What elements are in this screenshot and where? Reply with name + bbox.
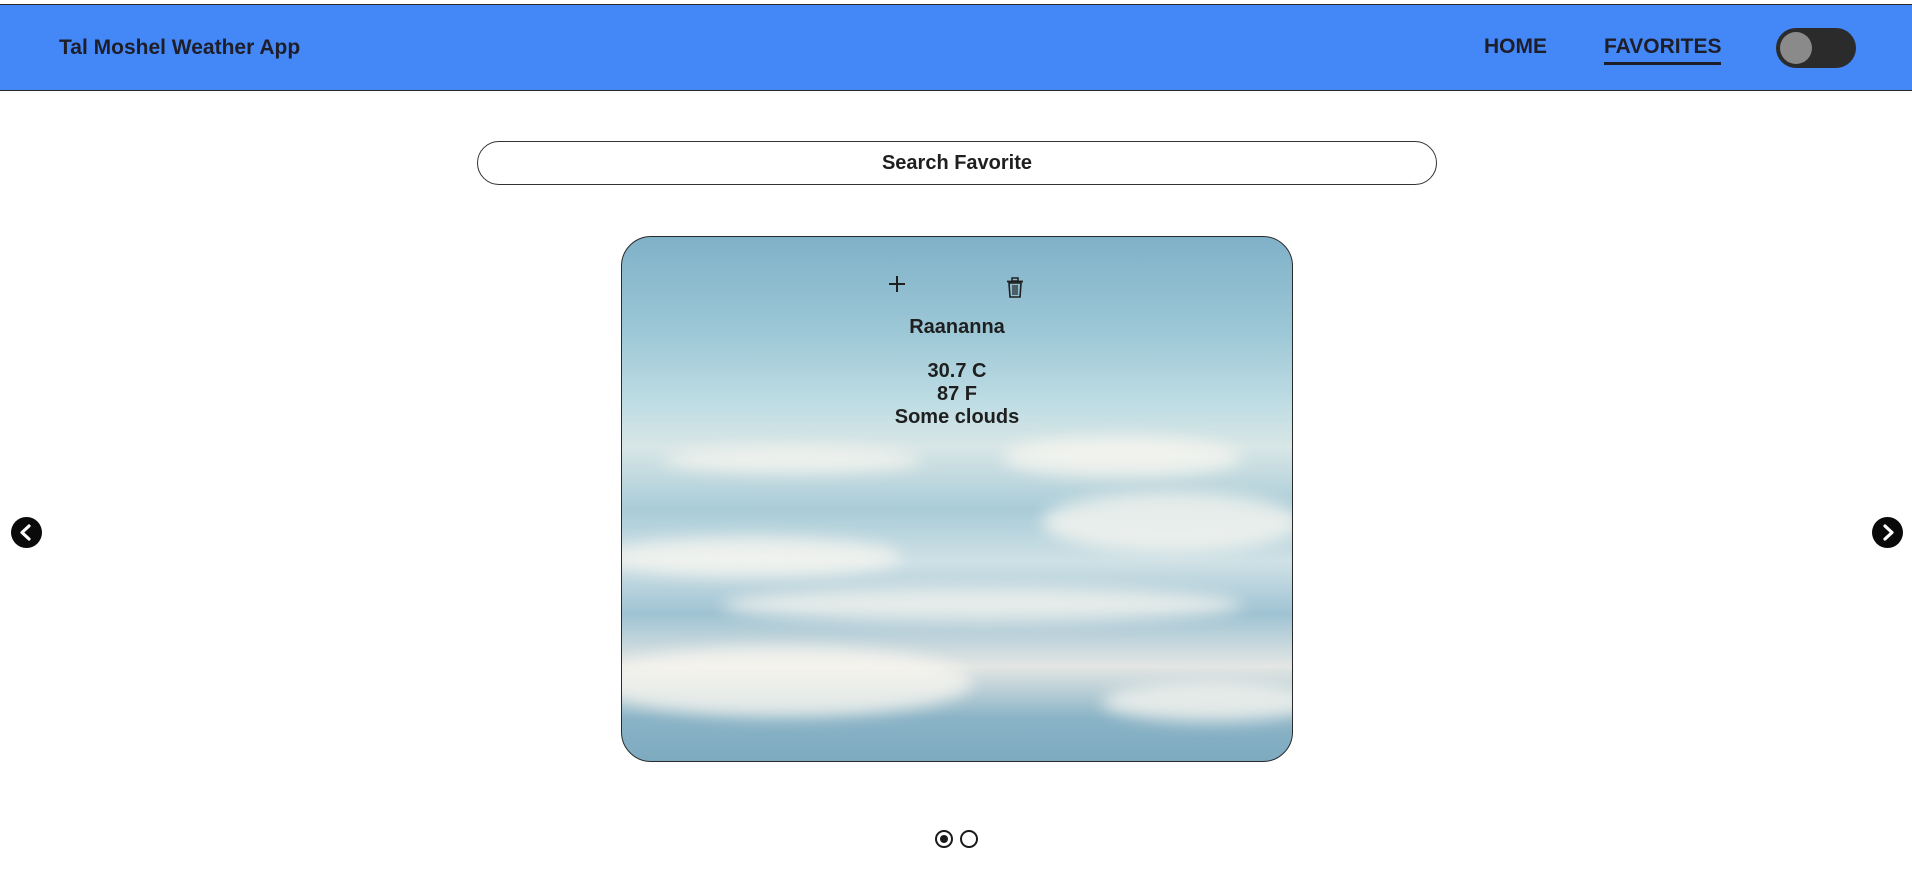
app-title: Tal Moshel Weather App (59, 36, 301, 59)
city-name: Raananna (909, 316, 1005, 338)
weather-condition: Some clouds (894, 406, 1020, 428)
cloud-decoration (722, 587, 1242, 623)
temperature-fahrenheit: 87 F (936, 383, 978, 405)
add-favorite-button[interactable] (887, 270, 907, 300)
carousel-page-dot-2[interactable] (960, 830, 978, 848)
chevron-right-icon (1883, 524, 1894, 541)
cloud-decoration (622, 537, 902, 577)
nav-favorites-link[interactable]: FAVORITES (1604, 35, 1722, 65)
plus-icon (889, 276, 905, 292)
carousel-prev-button[interactable] (11, 517, 42, 548)
cloud-decoration (662, 447, 922, 473)
chevron-left-icon (20, 524, 31, 541)
toggle-knob (1780, 32, 1812, 64)
delete-favorite-button[interactable] (1005, 277, 1025, 299)
navbar: Tal Moshel Weather App HOME FAVORITES (0, 4, 1912, 91)
cloud-decoration (622, 647, 972, 717)
theme-toggle[interactable] (1776, 28, 1856, 68)
cloud-decoration (1102, 682, 1292, 722)
cloud-decoration (1002, 437, 1242, 477)
trash-icon (1007, 277, 1023, 298)
search-favorite-input[interactable] (477, 141, 1437, 185)
nav-home-link[interactable]: HOME (1484, 35, 1547, 59)
carousel-page-dot-1[interactable] (935, 830, 953, 848)
cloud-decoration (1042, 492, 1292, 552)
favorite-weather-card (621, 236, 1293, 762)
temperature-celsius: 30.7 C (927, 360, 987, 382)
carousel-next-button[interactable] (1872, 517, 1903, 548)
